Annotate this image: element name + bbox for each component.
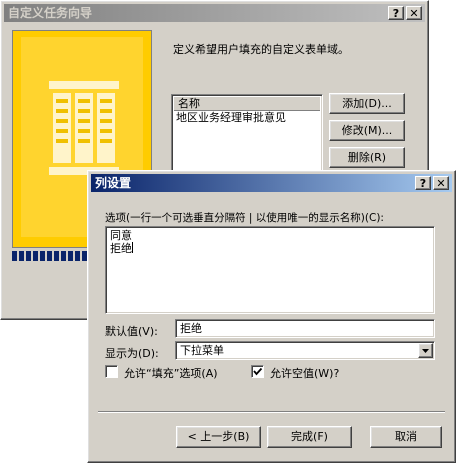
- chevron-down-icon[interactable]: [418, 343, 433, 358]
- options-label: 选项(一行一个可选垂直分隔符 | 以使用唯一的显示名称)(C):: [105, 212, 384, 224]
- field-list-header[interactable]: 名称: [174, 97, 320, 111]
- allow-fill-checkbox[interactable]: [105, 365, 118, 378]
- wizard-close-button[interactable]: ✕: [406, 6, 422, 20]
- modify-button[interactable]: 修改(M)...: [329, 120, 405, 141]
- wizard-progress: [12, 251, 92, 261]
- display-as-select[interactable]: 下拉菜单: [175, 341, 435, 360]
- cancel-button[interactable]: 取消: [370, 426, 442, 448]
- allow-empty-label[interactable]: 允许空值(W)?: [270, 365, 339, 381]
- default-value-label: 默认值(V):: [105, 325, 158, 338]
- dialog-help-button[interactable]: ?: [415, 176, 431, 190]
- delete-button[interactable]: 删除(R): [329, 147, 405, 168]
- dialog-separator: [98, 411, 445, 413]
- allow-fill-label[interactable]: 允许“填充”选项(A): [124, 365, 218, 381]
- allow-empty-checkbox[interactable]: [251, 365, 264, 378]
- wizard-help-button[interactable]: ?: [388, 6, 404, 20]
- options-line: 同意: [110, 229, 132, 242]
- list-item[interactable]: 地区业务经理审批意见: [176, 111, 286, 125]
- add-button[interactable]: 添加(D)...: [329, 93, 405, 114]
- dialog-title: 列设置: [95, 176, 132, 190]
- back-button[interactable]: < 上一步(B): [176, 426, 261, 448]
- options-textarea[interactable]: 同意 拒绝: [105, 226, 435, 314]
- wizard-instruction: 定义希望用户填充的自定义表单域。: [173, 43, 349, 56]
- finish-button[interactable]: 完成(F): [267, 426, 352, 448]
- field-list[interactable]: 名称 地区业务经理审批意见: [171, 94, 323, 179]
- dialog-titlebar[interactable]: 列设置 ? ✕: [91, 174, 452, 192]
- check-icon: [253, 367, 263, 376]
- wizard-titlebar[interactable]: 自定义任务向导 ? ✕: [4, 4, 425, 22]
- text-caret: [132, 242, 133, 253]
- wizard-title: 自定义任务向导: [8, 6, 93, 20]
- column-settings-dialog: 列设置 ? ✕ 选项(一行一个可选垂直分隔符 | 以使用唯一的显示名称)(C):…: [87, 170, 456, 463]
- dialog-close-button[interactable]: ✕: [433, 176, 449, 190]
- options-line: 拒绝: [110, 242, 133, 255]
- default-value-input[interactable]: 拒绝: [175, 319, 435, 338]
- display-as-label: 显示为(D):: [105, 347, 159, 360]
